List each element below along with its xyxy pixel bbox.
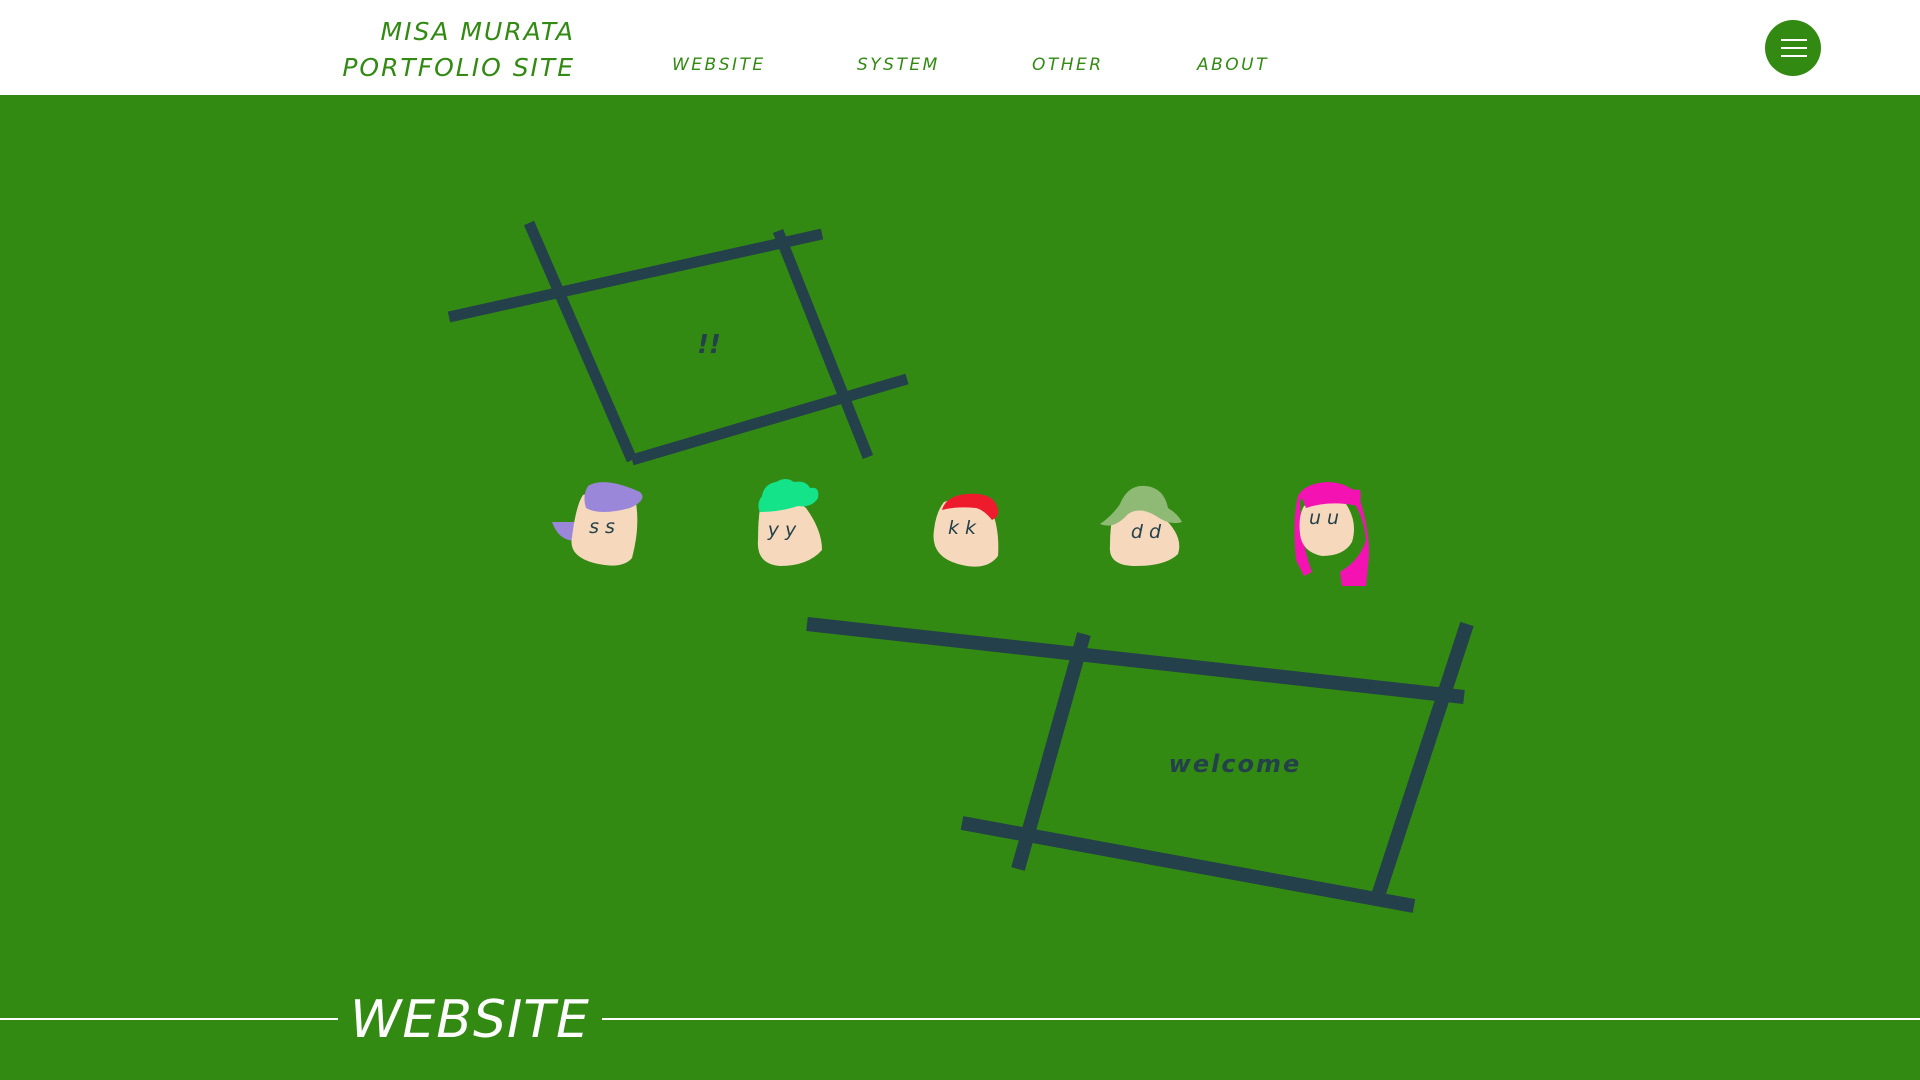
character-uu-label: u u: [1309, 507, 1339, 529]
nav-system[interactable]: SYSTEM: [857, 55, 940, 75]
frame2-text: welcome: [1169, 750, 1302, 778]
site-header: MISA MURATA PORTFOLIO SITE WEBSITE SYSTE…: [0, 0, 1920, 95]
site-title-line2: PORTFOLIO SITE: [342, 53, 575, 82]
site-title[interactable]: MISA MURATA PORTFOLIO SITE: [342, 14, 575, 86]
nav-website[interactable]: WEBSITE: [672, 55, 766, 75]
character-yy-hair-icon: [758, 479, 819, 512]
frame1-line: [523, 220, 638, 463]
hamburger-icon: [1781, 39, 1807, 41]
frame1-line: [447, 228, 824, 323]
frame-top-left: [447, 220, 909, 466]
hero-section: !! welcome s s y y k k d d u u: [0, 95, 1920, 1080]
frame2-line: [806, 617, 1465, 704]
frame2-line: [1369, 621, 1474, 905]
character-yy-label: y y: [767, 519, 797, 541]
character-ss-label: s s: [589, 516, 615, 538]
site-title-line1: MISA MURATA: [380, 17, 575, 46]
frame2-line: [960, 816, 1416, 913]
character-dd[interactable]: d d: [1100, 485, 1182, 566]
nav-about[interactable]: ABOUT: [1197, 55, 1269, 75]
section-divider: [0, 1018, 1920, 1020]
hamburger-icon-bar: [1781, 55, 1807, 57]
hero-illustration: !! welcome s s y y k k d d u u: [447, 220, 1474, 913]
character-kk-label: k k: [948, 517, 977, 539]
menu-button[interactable]: [1765, 20, 1821, 76]
frame-bottom-right: [806, 617, 1474, 913]
character-yy[interactable]: y y: [757, 479, 822, 566]
section-title: WEBSITE: [338, 985, 602, 1055]
character-kk[interactable]: k k: [933, 493, 999, 567]
character-ss[interactable]: s s: [552, 482, 643, 566]
nav-other[interactable]: OTHER: [1032, 55, 1104, 75]
character-dd-label: d d: [1131, 521, 1162, 543]
frame1-line: [772, 228, 874, 460]
frame1-text: !!: [697, 330, 721, 360]
hamburger-icon-bar: [1781, 47, 1807, 49]
character-uu[interactable]: u u: [1294, 482, 1369, 586]
